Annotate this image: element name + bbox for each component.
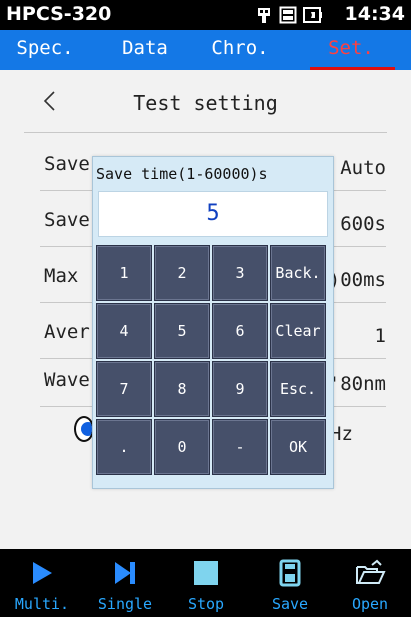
key-minus[interactable]: - <box>212 419 268 475</box>
step-icon <box>115 562 135 584</box>
key-4[interactable]: 4 <box>96 303 152 359</box>
page-title: Test setting <box>133 91 278 115</box>
numeric-input-dialog: Save time(1-60000)s 5 1 2 3 Back. 4 5 6 … <box>92 156 334 489</box>
escape-key[interactable]: Esc. <box>270 361 326 417</box>
play-icon <box>33 562 52 584</box>
toolbar-label: Save <box>271 595 309 613</box>
status-icons <box>255 6 323 24</box>
single-button[interactable]: Single <box>85 549 165 617</box>
usb-icon <box>258 8 270 23</box>
keypad: 1 2 3 Back. 4 5 6 Clear 7 8 9 Esc. . 0 -… <box>96 245 326 475</box>
setting-label: Save <box>44 209 90 231</box>
key-7[interactable]: 7 <box>96 361 152 417</box>
clear-key[interactable]: Clear <box>270 303 326 359</box>
device-name: HPCS-320 <box>6 3 112 25</box>
setting-label: Aver <box>44 321 90 343</box>
tab-bar: Spec. Data Chro. Set. <box>0 30 411 70</box>
status-bar: HPCS-320 14:34 <box>0 0 411 30</box>
divider <box>24 132 387 133</box>
setting-label: Max <box>44 265 79 287</box>
save-button[interactable]: Save <box>250 549 330 617</box>
tab-chro[interactable]: Chro. <box>195 37 285 59</box>
setting-label: Wave <box>44 369 90 391</box>
key-6[interactable]: 6 <box>212 303 268 359</box>
open-button[interactable]: Open <box>330 549 410 617</box>
setting-value: 600s <box>340 213 386 235</box>
setting-value: )00ms <box>328 269 386 291</box>
radio-button[interactable] <box>74 416 94 442</box>
key-8[interactable]: 8 <box>154 361 210 417</box>
key-5[interactable]: 5 <box>154 303 210 359</box>
tab-set[interactable]: Set. <box>306 37 396 59</box>
key-1[interactable]: 1 <box>96 245 152 301</box>
ok-key[interactable]: OK <box>270 419 326 475</box>
setting-value: 1 <box>374 325 386 347</box>
toolbar-label: Multi. <box>14 595 70 613</box>
key-3[interactable]: 3 <box>212 245 268 301</box>
setting-value: '80nm <box>328 373 386 395</box>
bottom-toolbar: Multi. Single Stop Save Open <box>0 549 411 617</box>
toolbar-label: Single <box>97 595 153 613</box>
folder-open-icon <box>356 559 386 584</box>
key-decimal[interactable]: . <box>96 419 152 475</box>
tab-data[interactable]: Data <box>100 37 190 59</box>
status-time: 14:34 <box>344 3 405 25</box>
tab-spec[interactable]: Spec. <box>0 37 90 59</box>
floppy-icon <box>279 559 301 587</box>
dialog-title: Save time(1-60000)s <box>96 165 268 183</box>
key-2[interactable]: 2 <box>154 245 210 301</box>
toolbar-label: Open <box>351 595 389 613</box>
key-0[interactable]: 0 <box>154 419 210 475</box>
storage-icon <box>279 6 297 24</box>
setting-value: Auto <box>340 157 386 179</box>
battery-icon <box>303 7 322 23</box>
stop-icon <box>194 561 218 585</box>
backspace-key[interactable]: Back. <box>270 245 326 301</box>
multi-button[interactable]: Multi. <box>2 549 82 617</box>
stop-button[interactable]: Stop <box>166 549 246 617</box>
value-input[interactable]: 5 <box>98 191 328 237</box>
key-9[interactable]: 9 <box>212 361 268 417</box>
page-header: Test setting <box>0 70 411 134</box>
toolbar-label: Stop <box>187 595 225 613</box>
